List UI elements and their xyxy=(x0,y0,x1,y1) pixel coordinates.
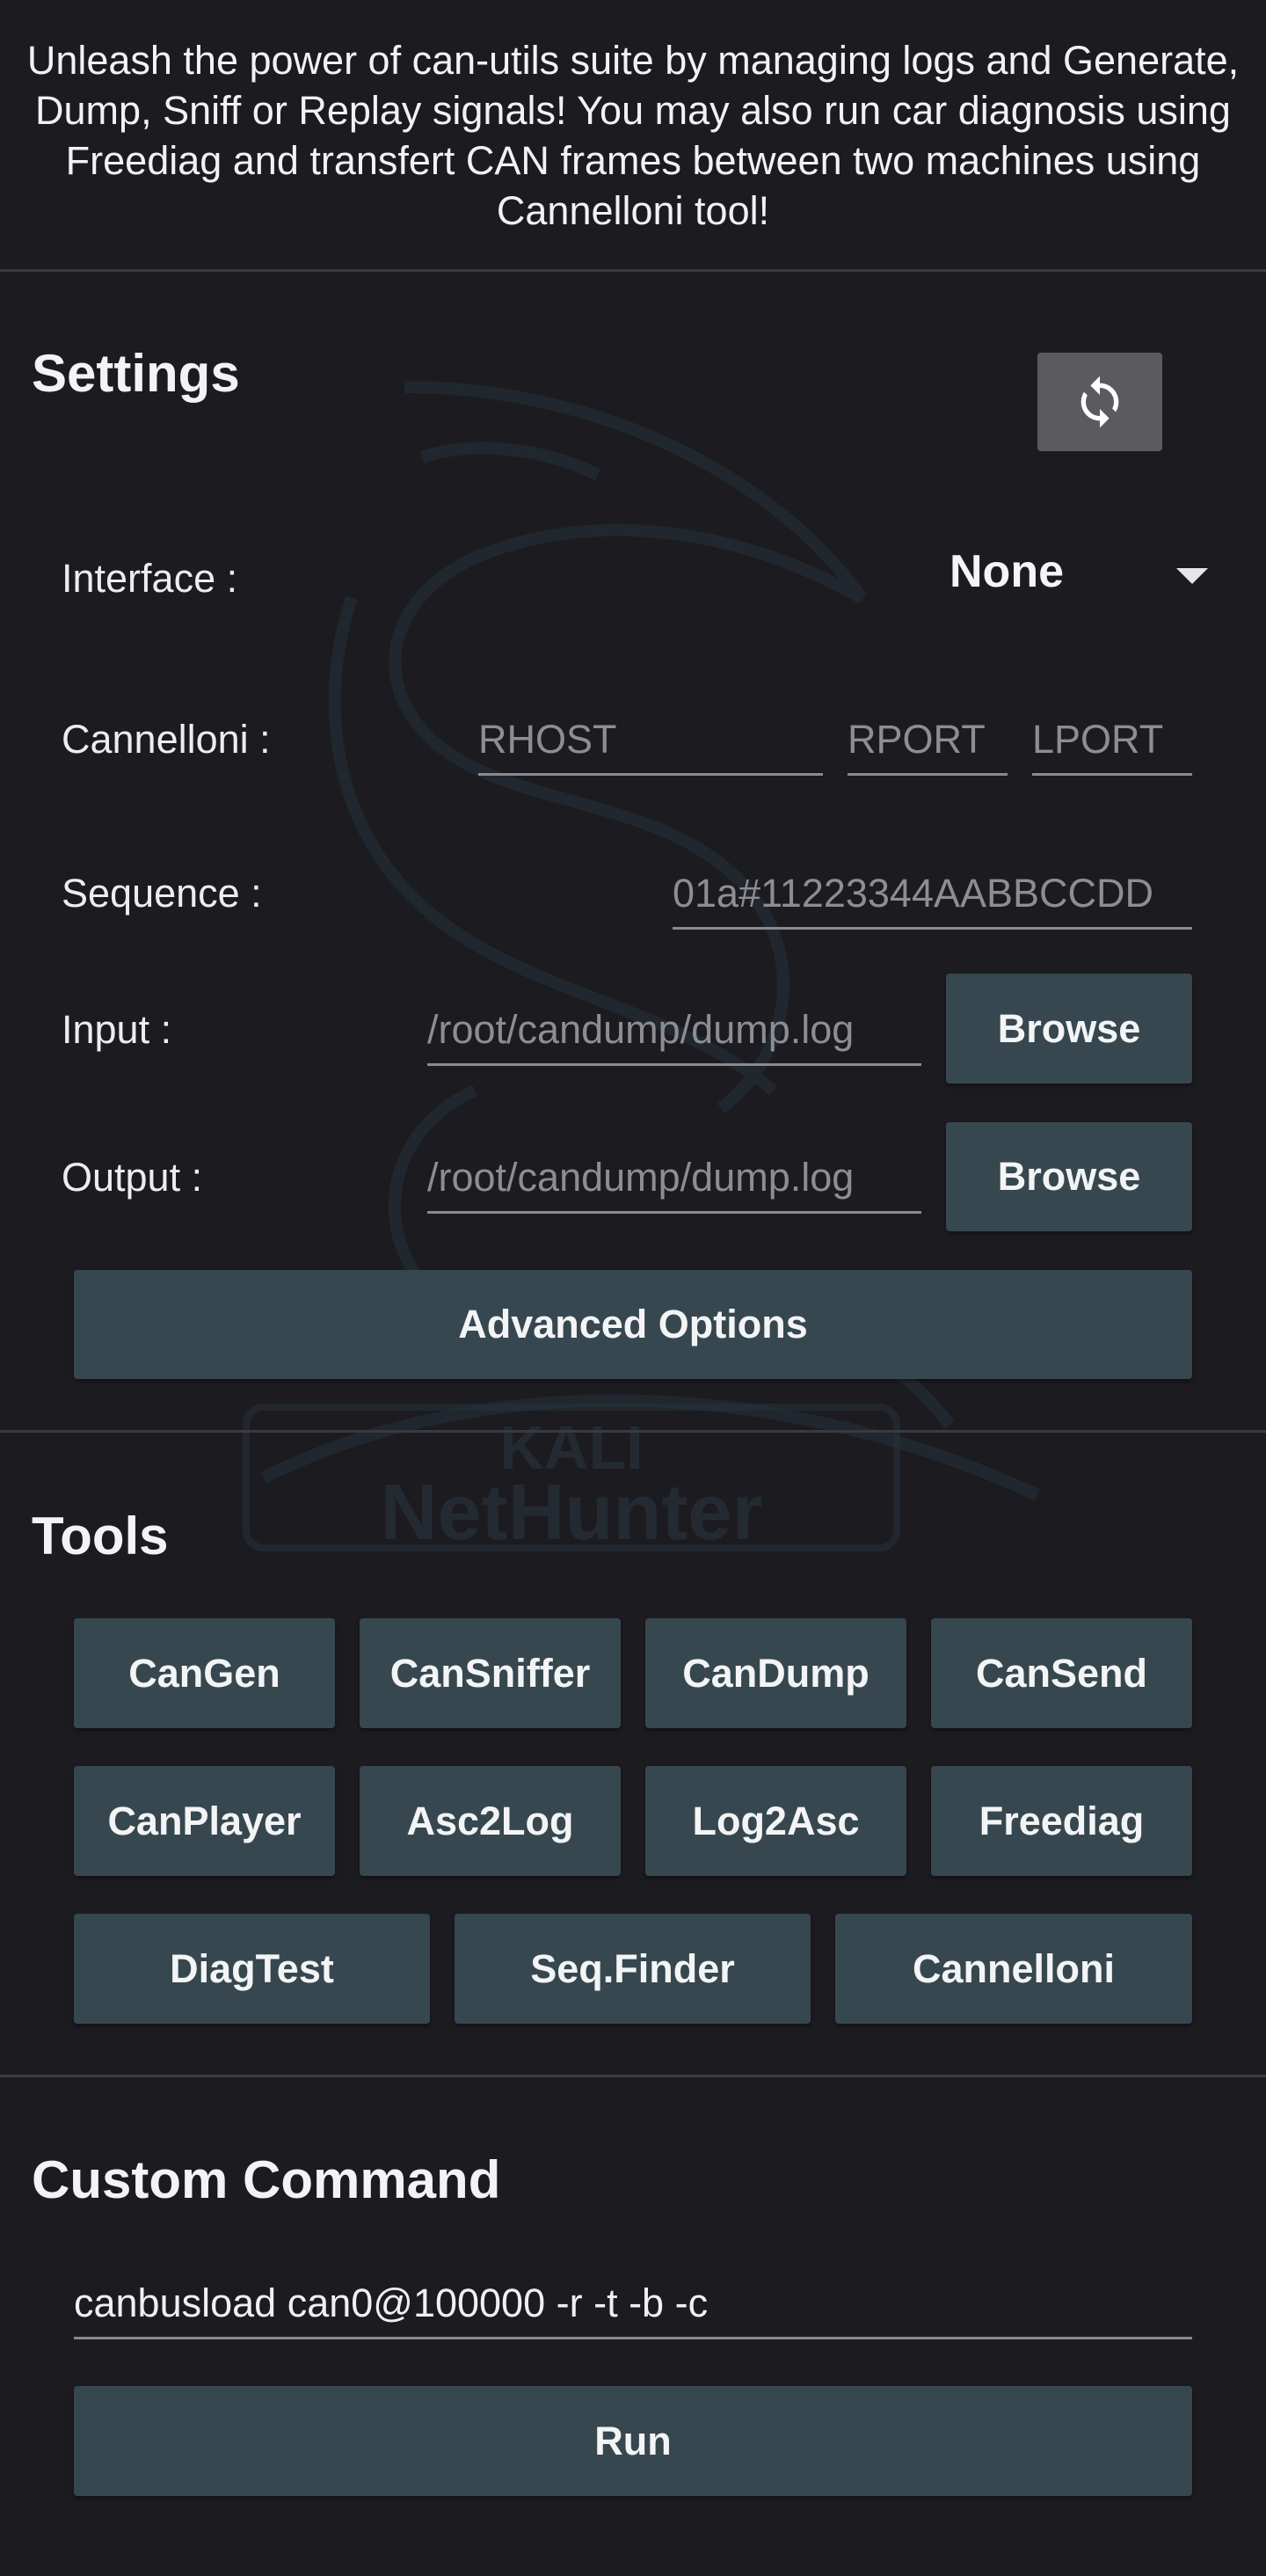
output-path-field[interactable]: /root/candump/dump.log xyxy=(427,1155,921,1214)
custom-command-input[interactable]: canbusload can0@100000 -r -t -b -c xyxy=(74,2280,1192,2339)
input-path-field[interactable]: /root/candump/dump.log xyxy=(427,1007,921,1066)
tool-cansend-button[interactable]: CanSend xyxy=(931,1618,1192,1728)
run-button[interactable]: Run xyxy=(74,2386,1192,2496)
tool-seqfinder-button[interactable]: Seq.Finder xyxy=(455,1914,811,2024)
tool-cansniffer-button[interactable]: CanSniffer xyxy=(360,1618,621,1728)
svg-text:KALI: KALI xyxy=(499,1413,643,1482)
tool-candump-button[interactable]: CanDump xyxy=(645,1618,906,1728)
divider xyxy=(0,1430,1266,1433)
tool-log2asc-button[interactable]: Log2Asc xyxy=(645,1766,906,1876)
rhost-input[interactable]: RHOST xyxy=(478,717,823,776)
settings-title: Settings xyxy=(32,344,240,403)
lport-input[interactable]: LPORT xyxy=(1032,717,1192,776)
sequence-input[interactable]: 01a#11223344AABBCCDD xyxy=(673,871,1192,930)
refresh-button[interactable] xyxy=(1037,353,1162,451)
input-label: Input : xyxy=(62,1007,172,1052)
divider xyxy=(0,2075,1266,2077)
refresh-icon xyxy=(1080,376,1119,428)
tool-freediag-button[interactable]: Freediag xyxy=(931,1766,1192,1876)
tool-cannelloni-button[interactable]: Cannelloni xyxy=(835,1914,1192,2024)
output-label: Output : xyxy=(62,1155,203,1200)
rport-input[interactable]: RPORT xyxy=(848,717,1008,776)
interface-label: Interface : xyxy=(62,556,238,601)
tool-canplayer-button[interactable]: CanPlayer xyxy=(74,1766,335,1876)
divider xyxy=(0,269,1266,272)
advanced-options-button[interactable]: Advanced Options xyxy=(74,1270,1192,1379)
tool-asc2log-button[interactable]: Asc2Log xyxy=(360,1766,621,1876)
svg-text:NetHunter: NetHunter xyxy=(380,1469,762,1557)
interface-selected-value: None xyxy=(950,546,1064,597)
tool-cangen-button[interactable]: CanGen xyxy=(74,1618,335,1728)
intro-text: Unleash the power of can-utils suite by … xyxy=(26,38,1240,233)
output-browse-button[interactable]: Browse xyxy=(946,1122,1192,1231)
cannelloni-label: Cannelloni : xyxy=(62,717,271,762)
custom-command-title: Custom Command xyxy=(32,2150,501,2209)
input-browse-button[interactable]: Browse xyxy=(946,974,1192,1084)
dropdown-arrow-icon xyxy=(1176,568,1208,584)
sequence-label: Sequence : xyxy=(62,871,262,916)
tool-diagtest-button[interactable]: DiagTest xyxy=(74,1914,430,2024)
tools-title: Tools xyxy=(32,1507,169,1565)
